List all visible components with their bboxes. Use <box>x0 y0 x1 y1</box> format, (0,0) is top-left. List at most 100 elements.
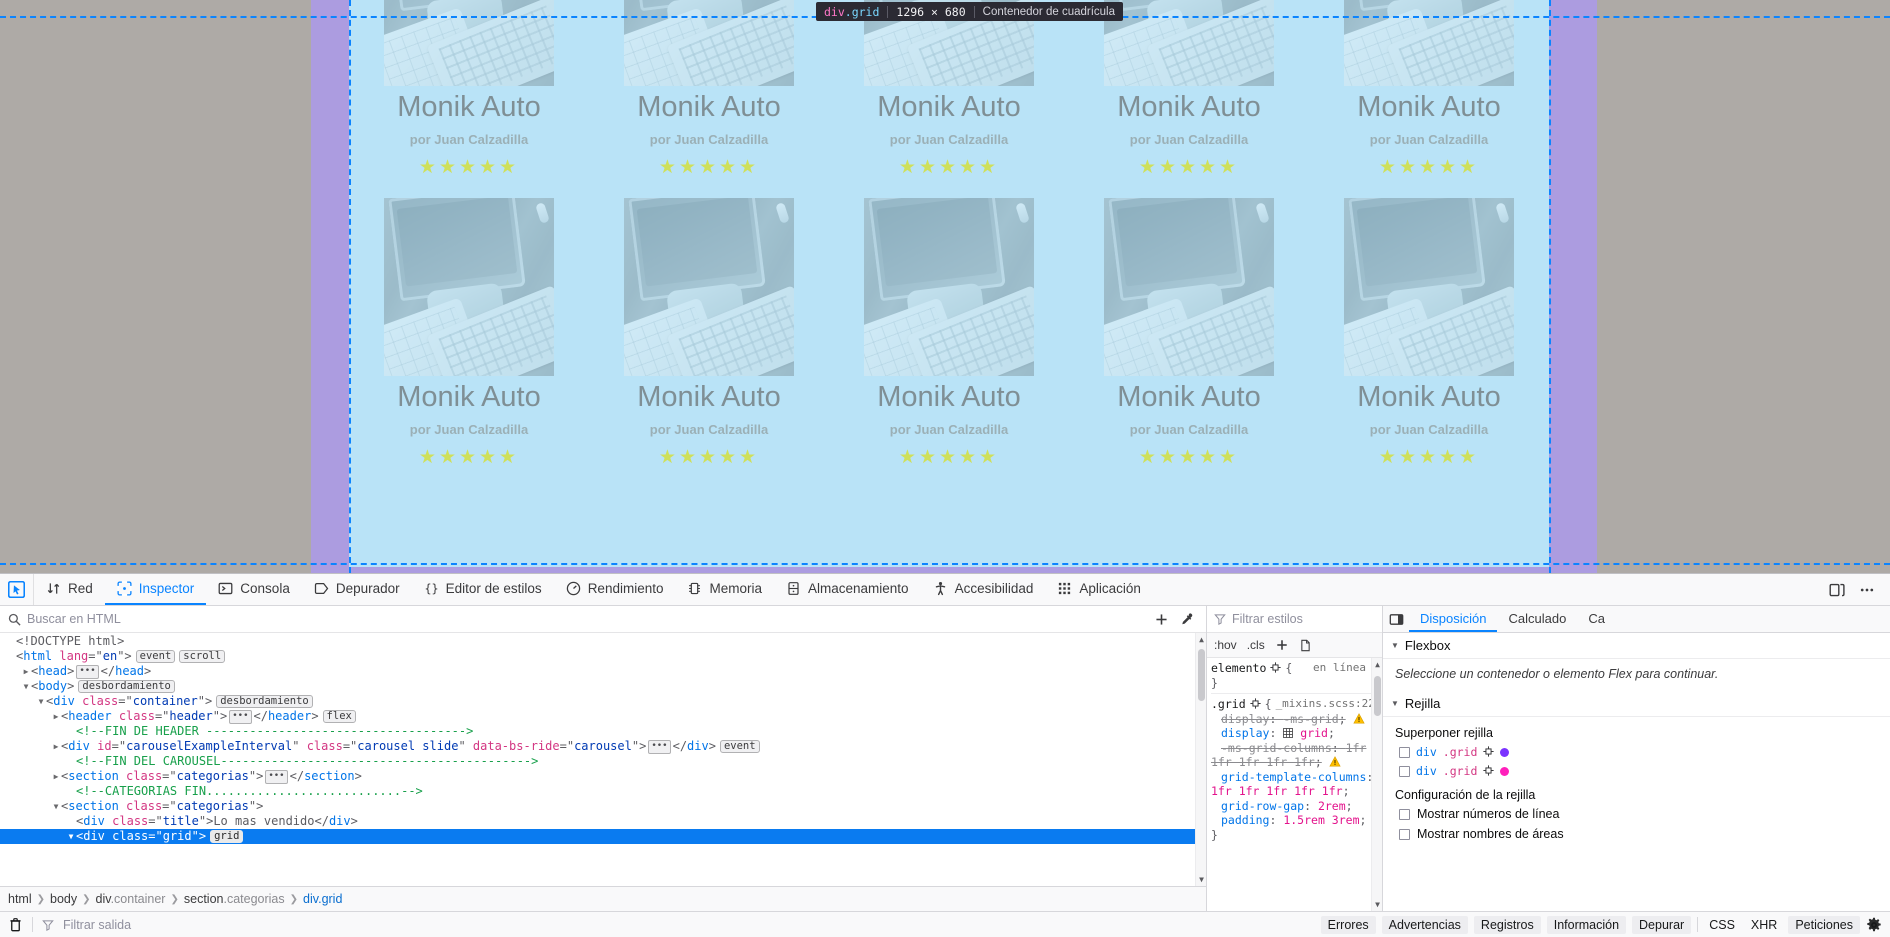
rules-scroll-thumb[interactable] <box>1374 676 1381 716</box>
css-declaration[interactable]: padding: 1.5rem 3rem; <box>1211 813 1382 828</box>
chevron-right-icon[interactable]: ▶ <box>51 769 61 784</box>
grid-overlay-item[interactable]: div .grid <box>1399 745 1878 759</box>
scroll-up-arrow[interactable]: ▲ <box>1196 633 1206 646</box>
devtools-tab-inspector[interactable]: Inspector <box>104 574 207 605</box>
dom-node[interactable]: <!--FIN DE HEADER ----------------------… <box>0 724 1206 739</box>
console-filter-errores[interactable]: Errores <box>1320 915 1376 934</box>
dom-node[interactable]: ▶ <section class="categorias"> ••• </sectio… <box>0 769 1206 784</box>
dom-node[interactable]: ▶ <head> ••• </head> <box>0 664 1206 679</box>
grid-setting-checkbox[interactable] <box>1399 828 1410 840</box>
css-declaration[interactable]: display: -ms-grid; <box>1211 712 1382 727</box>
grid-color-swatch[interactable] <box>1500 747 1510 757</box>
page-viewport[interactable]: Monik Auto por Juan Calzadilla ★★★★★ Monik … <box>0 0 1890 573</box>
devtools-tab-consola[interactable]: Consola <box>206 574 302 605</box>
dom-node-badge[interactable]: scroll <box>179 650 226 663</box>
rule-target-icon[interactable] <box>1249 697 1261 712</box>
grid-section-header[interactable]: ▼ Rejilla <box>1383 691 1890 717</box>
product-card[interactable]: Monik Auto por Juan Calzadilla ★★★★★ <box>1069 198 1309 469</box>
trash-icon[interactable] <box>8 917 23 932</box>
sidebar-toggle-icon[interactable] <box>1383 606 1409 632</box>
expand-node-button[interactable]: ••• <box>76 665 99 679</box>
css-rule-header[interactable]: .grid {_mixins.scss:22 <box>1211 697 1382 712</box>
devtools-tab-editor-de-estilos[interactable]: {} Editor de estilos <box>412 574 554 605</box>
devtools-tab-rendimiento[interactable]: Rendimiento <box>554 574 676 605</box>
console-filter-xhr[interactable]: XHR <box>1746 916 1782 934</box>
grid-setting-row[interactable]: Mostrar nombres de áreas <box>1399 827 1878 841</box>
css-rule-selector[interactable]: .grid <box>1211 697 1246 712</box>
pseudo-class-button[interactable]: .cls <box>1247 638 1265 652</box>
grid-setting-row[interactable]: Mostrar números de línea <box>1399 807 1878 821</box>
scroll-down-arrow[interactable]: ▼ <box>1196 873 1206 886</box>
css-rules-list[interactable]: elemento{en línea} .grid{_mixins.scss:22 d… <box>1207 658 1382 911</box>
devtools-tab-memoria[interactable]: Memoria <box>675 574 774 605</box>
css-rule-selector[interactable]: elemento <box>1211 661 1266 676</box>
console-filter-placeholder[interactable]: Filtrar salida <box>63 918 131 932</box>
rules-scroll-up[interactable]: ▲ <box>1372 658 1382 671</box>
product-card[interactable]: Monik Auto por Juan Calzadilla ★★★★★ <box>829 0 1069 179</box>
css-rule-header[interactable]: elemento{en línea <box>1211 661 1382 676</box>
split-console-icon[interactable] <box>1824 577 1850 603</box>
devtools-tab-depurador[interactable]: Depurador <box>302 574 412 605</box>
product-card[interactable]: Monik Auto por Juan Calzadilla ★★★★★ <box>349 198 589 469</box>
css-declaration[interactable]: grid-row-gap: 2rem; <box>1211 799 1382 814</box>
rules-scroll-down[interactable]: ▼ <box>1372 898 1382 911</box>
product-card[interactable]: Monik Auto por Juan Calzadilla ★★★★★ <box>829 198 1069 469</box>
rules-scrollbar[interactable]: ▲ ▼ <box>1371 658 1382 911</box>
console-filter-información[interactable]: Información <box>1546 915 1627 934</box>
markup-search-bar[interactable]: Buscar en HTML <box>0 606 1206 633</box>
expand-node-button[interactable]: ••• <box>648 740 671 754</box>
devtools-tab-red[interactable]: Red <box>34 574 105 605</box>
dom-node[interactable]: ▶ <div id="carouselExampleInterval" class… <box>0 739 1206 754</box>
scroll-thumb[interactable] <box>1198 649 1205 701</box>
element-picker-icon[interactable] <box>0 574 34 605</box>
devtools-tab-accesibilidad[interactable]: Accesibilidad <box>921 574 1046 605</box>
dom-node[interactable]: ▶ <header class="header"> ••• </header> flex <box>0 709 1206 724</box>
add-node-icon[interactable] <box>1154 612 1169 627</box>
expand-node-button[interactable]: ••• <box>265 770 288 784</box>
pseudo-hover-button[interactable]: :hov <box>1214 638 1237 652</box>
product-card[interactable]: Monik Auto por Juan Calzadilla ★★★★★ <box>1309 198 1549 469</box>
product-card[interactable]: Monik Auto por Juan Calzadilla ★★★★★ <box>589 0 829 179</box>
dom-node[interactable]: <!--FIN DEL CAROUSEL--------------------… <box>0 754 1206 769</box>
chevron-right-icon[interactable]: ▶ <box>51 739 61 754</box>
chevron-right-icon[interactable]: ▶ <box>51 709 61 724</box>
rule-target-icon[interactable] <box>1270 661 1282 676</box>
dom-node-badge[interactable]: desbordamiento <box>78 680 175 693</box>
console-filter-advertencias[interactable]: Advertencias <box>1381 915 1468 934</box>
breadcrumb-item[interactable]: body <box>50 892 77 906</box>
gear-icon[interactable] <box>1866 917 1882 933</box>
tab-disposicion[interactable]: Disposición <box>1409 606 1498 632</box>
grid-target-icon[interactable] <box>1483 764 1495 778</box>
product-card[interactable]: Monik Auto por Juan Calzadilla ★★★★★ <box>1309 0 1549 179</box>
chevron-down-icon[interactable]: ▼ <box>66 829 76 844</box>
css-rule-source[interactable]: _mixins.scss:22 <box>1276 697 1382 712</box>
add-rule-icon[interactable] <box>1275 638 1289 652</box>
console-filter-depurar[interactable]: Depurar <box>1632 915 1692 934</box>
console-filter-css[interactable]: CSS <box>1704 916 1740 934</box>
product-card[interactable]: Monik Auto por Juan Calzadilla ★★★★★ <box>1069 0 1309 179</box>
breadcrumb-item[interactable]: div.grid <box>303 892 342 906</box>
grid-target-icon[interactable] <box>1483 745 1495 759</box>
grid-overlay-checkbox[interactable] <box>1399 746 1410 758</box>
chevron-down-icon[interactable]: ▼ <box>51 799 61 814</box>
dom-node[interactable]: ▼ <div class="container"> desbordamiento <box>0 694 1206 709</box>
tab-cambios[interactable]: Ca <box>1577 606 1616 632</box>
product-card[interactable]: Monik Auto por Juan Calzadilla ★★★★★ <box>589 198 829 469</box>
dom-node-badge[interactable]: event <box>135 650 176 663</box>
print-styles-icon[interactable] <box>1299 639 1312 652</box>
grid-swatch-icon[interactable] <box>1283 726 1294 740</box>
grid-overlay-checkbox[interactable] <box>1399 765 1410 777</box>
dom-node[interactable]: ▼ <body> desbordamiento <box>0 679 1206 694</box>
dom-node[interactable]: <!DOCTYPE html> <box>0 634 1206 649</box>
rules-filter-bar[interactable]: Filtrar estilos <box>1207 606 1382 633</box>
tab-calculado[interactable]: Calculado <box>1497 606 1577 632</box>
meatball-menu-icon[interactable] <box>1854 577 1880 603</box>
css-declaration[interactable]: grid-template-columns: 1fr 1fr 1fr 1fr 1… <box>1211 770 1382 799</box>
dom-node-badge[interactable]: flex <box>322 710 356 723</box>
css-declaration[interactable]: -ms-grid-columns: 1fr 1fr 1fr 1fr 1fr; <box>1211 741 1382 770</box>
devtools-tab-almacenamiento[interactable]: Almacenamiento <box>774 574 921 605</box>
flexbox-section-header[interactable]: ▼ Flexbox <box>1383 633 1890 659</box>
grid-setting-checkbox[interactable] <box>1399 808 1410 820</box>
dom-node-badge[interactable]: desbordamiento <box>216 695 313 708</box>
chevron-down-icon[interactable]: ▼ <box>21 679 31 694</box>
